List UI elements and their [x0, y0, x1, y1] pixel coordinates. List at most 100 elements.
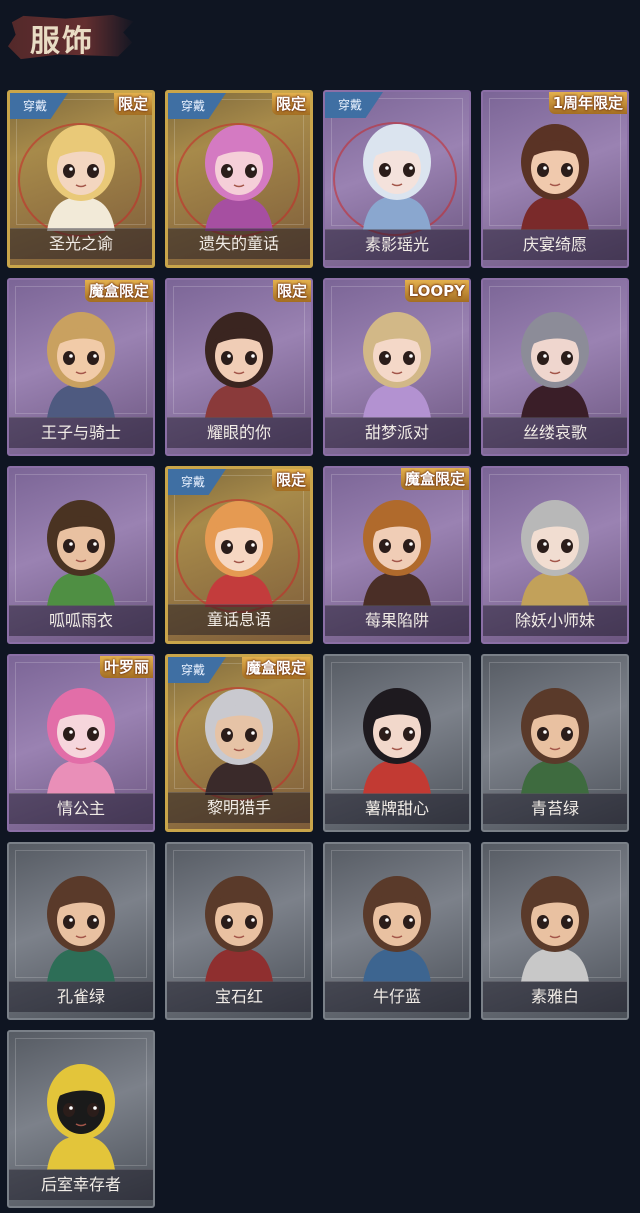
costume-card[interactable]: LOOPY 甜梦派对: [323, 278, 471, 456]
character-portrait: [47, 876, 115, 982]
costume-name-label: 童话息语: [168, 604, 310, 635]
character-portrait: [521, 876, 589, 982]
costume-name-label: 呱呱雨衣: [9, 605, 153, 636]
eye-highlight: [93, 354, 97, 358]
eye-shape: [403, 539, 415, 553]
eye-shape: [537, 163, 549, 177]
eye-highlight: [251, 731, 255, 735]
costume-name-label: 王子与骑士: [9, 417, 153, 448]
eye-shape: [403, 351, 415, 365]
outfit-shape: [363, 760, 431, 794]
eye-highlight: [409, 730, 413, 734]
character-portrait: [47, 312, 115, 418]
eye-highlight: [251, 167, 255, 171]
costume-name-label: 遗失的童话: [168, 228, 310, 259]
eye-highlight: [543, 354, 547, 358]
eye-shape: [63, 915, 75, 929]
eye-shape: [379, 727, 391, 741]
character-portrait: [363, 312, 431, 418]
character-portrait: [205, 689, 273, 795]
costume-card[interactable]: 穿戴 素影瑶光: [323, 90, 471, 268]
costume-card[interactable]: 1周年限定庆宴绮愿: [481, 90, 629, 268]
costume-card[interactable]: 后室幸存者: [7, 1030, 155, 1208]
outfit-shape: [47, 1136, 115, 1170]
eye-shape: [221, 164, 233, 178]
limited-badge: 限定: [271, 93, 310, 115]
eye-highlight: [385, 166, 389, 170]
outfit-shape: [521, 196, 589, 230]
costume-name-label: 素影瑶光: [325, 229, 469, 260]
outfit-shape: [205, 761, 273, 795]
costume-name-label: 丝缕哀歌: [483, 417, 627, 448]
costume-card[interactable]: 牛仔蓝: [323, 842, 471, 1020]
outfit-shape: [47, 948, 115, 982]
eye-shape: [245, 728, 257, 742]
eye-shape: [63, 539, 75, 553]
outfit-shape: [363, 384, 431, 418]
eye-shape: [537, 539, 549, 553]
eye-shape: [221, 915, 233, 929]
outfit-shape: [363, 572, 431, 606]
costume-card[interactable]: 穿戴 限定 遗失的童话: [165, 90, 313, 268]
outfit-shape: [521, 948, 589, 982]
eye-shape: [379, 915, 391, 929]
eye-highlight: [93, 730, 97, 734]
limited-badge: 魔盒限定: [84, 280, 153, 302]
costume-name-label: 庆宴绮愿: [483, 229, 627, 260]
outfit-shape: [363, 196, 431, 230]
costume-card[interactable]: 穿戴 魔盒限定 黎明猎手: [165, 654, 313, 832]
character-portrait: [47, 500, 115, 606]
outfit-shape: [47, 384, 115, 418]
eye-highlight: [409, 918, 413, 922]
eye-shape: [561, 727, 573, 741]
limited-badge: 限定: [272, 280, 311, 302]
eye-highlight: [227, 543, 231, 547]
costume-card[interactable]: 穿戴 限定 圣光之谕: [7, 90, 155, 268]
character-portrait: [205, 312, 273, 418]
costume-card[interactable]: 孔雀绿: [7, 842, 155, 1020]
costume-card[interactable]: 丝缕哀歌: [481, 278, 629, 456]
eye-shape: [403, 727, 415, 741]
eye-shape: [221, 728, 233, 742]
eye-shape: [87, 915, 99, 929]
outfit-shape: [205, 573, 273, 607]
character-portrait: [205, 501, 273, 607]
outfit-shape: [521, 384, 589, 418]
outfit-shape: [47, 572, 115, 606]
eye-shape: [63, 164, 75, 178]
character-portrait: [521, 500, 589, 606]
outfit-shape: [205, 197, 273, 231]
costume-card[interactable]: 呱呱雨衣: [7, 466, 155, 644]
costume-card[interactable]: 宝石红: [165, 842, 313, 1020]
costume-name-label: 宝石红: [167, 981, 311, 1012]
costume-card[interactable]: 青苔绿: [481, 654, 629, 832]
eye-highlight: [227, 918, 231, 922]
eye-highlight: [69, 354, 73, 358]
eye-shape: [63, 1103, 75, 1117]
costume-card[interactable]: 魔盒限定王子与骑士: [7, 278, 155, 456]
eye-shape: [221, 540, 233, 554]
character-portrait: [521, 124, 589, 230]
costume-card[interactable]: 薯牌甜心: [323, 654, 471, 832]
eye-shape: [537, 727, 549, 741]
costume-card[interactable]: 素雅白: [481, 842, 629, 1020]
character-portrait: [521, 688, 589, 794]
costume-card[interactable]: 除妖小师妹: [481, 466, 629, 644]
costume-name-label: 甜梦派对: [325, 417, 469, 448]
eye-highlight: [227, 731, 231, 735]
eye-shape: [379, 539, 391, 553]
eye-highlight: [567, 354, 571, 358]
limited-badge: 1周年限定: [548, 92, 627, 114]
eye-shape: [561, 163, 573, 177]
eye-shape: [379, 163, 391, 177]
costume-card[interactable]: 魔盒限定 莓果陷阱: [323, 466, 471, 644]
costume-card[interactable]: 限定 耀眼的你: [165, 278, 313, 456]
costume-card[interactable]: 叶罗丽 情公主: [7, 654, 155, 832]
costume-card[interactable]: 穿戴 限定 童话息语: [165, 466, 313, 644]
character-portrait: [205, 876, 273, 982]
eye-shape: [561, 351, 573, 365]
eye-highlight: [69, 1106, 73, 1110]
outfit-shape: [205, 948, 273, 982]
eye-shape: [245, 915, 257, 929]
eye-highlight: [385, 354, 389, 358]
